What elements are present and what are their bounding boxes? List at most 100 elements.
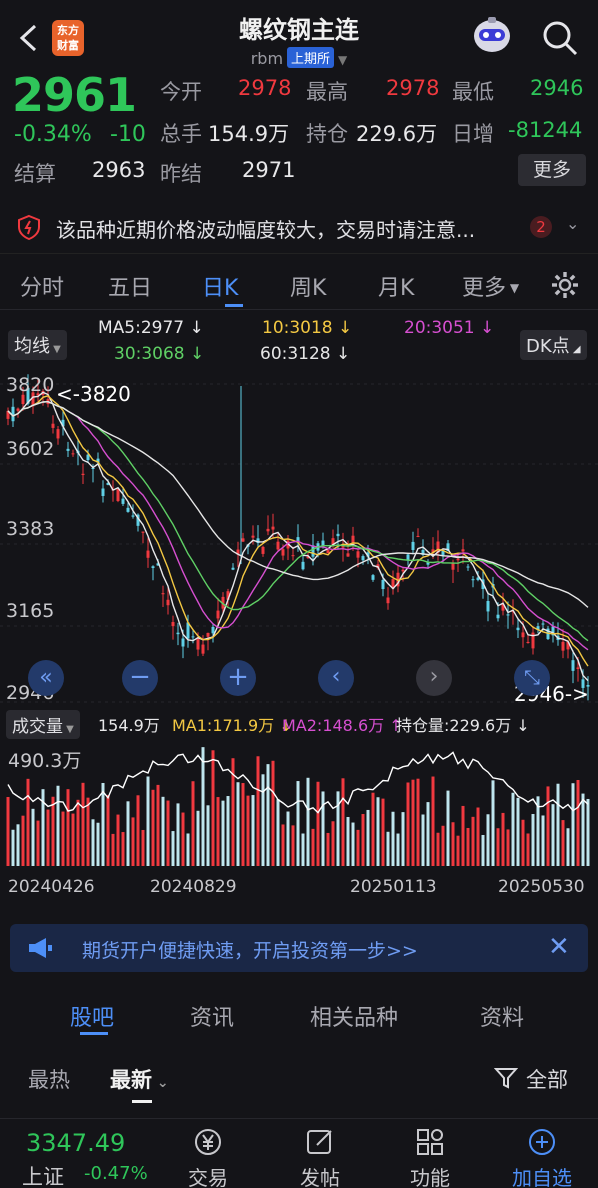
volume-bar xyxy=(336,791,340,866)
search-button[interactable] xyxy=(540,18,580,58)
candle-body xyxy=(16,408,20,411)
date-label-3: 20250113 xyxy=(350,877,437,897)
candle-body xyxy=(231,567,235,570)
candle-body xyxy=(291,555,295,557)
daily-increase-label: 日增 xyxy=(452,122,494,146)
tab-more[interactable]: 更多 ▼ xyxy=(462,270,519,302)
candle-body xyxy=(461,549,465,552)
tab-daily-k[interactable]: 日K xyxy=(202,270,238,302)
candle-body xyxy=(301,561,305,570)
bottom-toolbar: 3347.49 上证 -0.47% 交易 发帖 功能 加自选 xyxy=(0,1118,598,1188)
volume-bar xyxy=(56,785,60,866)
trade-button[interactable]: 交易 xyxy=(168,1127,248,1188)
volume-bar xyxy=(571,783,575,866)
candle-body xyxy=(496,614,500,619)
tab-news[interactable]: 资讯 xyxy=(190,1000,234,1032)
close-icon[interactable]: ✕ xyxy=(548,932,570,962)
tab-monthly-k[interactable]: 月K xyxy=(378,270,414,302)
sort-filters: 最热 最新 ⌄ 全部 xyxy=(0,1054,598,1108)
dk-point-button[interactable]: DK点 ◢ xyxy=(520,330,587,360)
active-tab-indicator xyxy=(80,1032,108,1035)
zoom-out-button[interactable]: − xyxy=(122,660,158,696)
volume-bar xyxy=(71,813,75,866)
add-watchlist-button[interactable]: 加自选 xyxy=(502,1127,582,1188)
change-percent: -0.34% xyxy=(14,122,92,147)
candle-body xyxy=(216,610,220,619)
volume-bar xyxy=(121,832,125,866)
candle-body xyxy=(266,528,270,532)
volume-bar xyxy=(361,814,365,866)
candle-body xyxy=(201,644,205,654)
scroll-right-button[interactable]: › xyxy=(416,660,452,696)
tab-forum[interactable]: 股吧 xyxy=(70,1000,114,1032)
volume-bar xyxy=(381,798,385,866)
volume-value: 154.9万 xyxy=(208,122,290,146)
daily-increase-value: -81244 xyxy=(508,118,583,142)
candle-body xyxy=(121,498,125,504)
candle-body xyxy=(371,575,375,580)
sort-latest[interactable]: 最新 ⌄ xyxy=(110,1064,169,1094)
ma5-value: MA5:2977 ↓ xyxy=(98,318,204,338)
account-open-banner[interactable]: 期货开户便捷快速，开启投资第一步>> ✕ xyxy=(10,924,588,972)
axis-label-3165: 3165 xyxy=(6,600,55,622)
tab-weekly-k[interactable]: 周K xyxy=(290,270,326,302)
assistant-robot-icon[interactable] xyxy=(468,14,516,58)
tab-info[interactable]: 资料 xyxy=(480,1000,524,1032)
index-value[interactable]: 3347.49 xyxy=(26,1129,125,1157)
volume-bar xyxy=(451,822,455,866)
filter-all[interactable]: 全部 xyxy=(526,1064,568,1094)
function-button[interactable]: 功能 xyxy=(390,1127,470,1188)
volume-bar xyxy=(371,792,375,866)
tab-five-day[interactable]: 五日 xyxy=(108,270,152,302)
candle-body xyxy=(346,553,350,557)
post-button[interactable]: 发帖 xyxy=(280,1127,360,1188)
volume-bar xyxy=(181,812,185,866)
risk-notice[interactable]: 该品种近期价格波动幅度较大，交易时请注意... 2 ⌄ xyxy=(0,200,598,254)
volume-bar xyxy=(31,808,35,866)
ma-selector[interactable]: 均线 ▼ xyxy=(8,330,67,360)
volume-bar xyxy=(146,776,150,866)
volume-bar xyxy=(376,797,380,866)
reset-zoom-button[interactable]: ⤡ xyxy=(514,660,550,696)
sort-hot[interactable]: 最热 xyxy=(28,1064,70,1094)
volume-bar xyxy=(416,778,420,866)
volume-bar xyxy=(276,799,280,866)
ma60-value: 60:3128 ↓ xyxy=(260,344,351,364)
volume-indicator-selector[interactable]: 成交量 ▼ xyxy=(6,710,80,739)
axis-label-3820: 3820 xyxy=(6,374,55,396)
volume-chart[interactable]: 490.3万 xyxy=(0,736,598,870)
plus-circle-icon xyxy=(529,1129,555,1155)
volume-bar xyxy=(161,796,165,866)
volume-bar xyxy=(356,829,360,866)
candle-body xyxy=(541,623,545,625)
candle-body xyxy=(506,614,510,616)
volume-bar xyxy=(291,825,295,866)
volume-bar xyxy=(481,834,485,866)
tab-intraday[interactable]: 分时 xyxy=(20,270,64,302)
candle-body xyxy=(516,627,520,631)
volume-bar xyxy=(176,803,180,866)
scroll-start-button[interactable]: « xyxy=(28,660,64,696)
scroll-left-button[interactable]: ‹ xyxy=(318,660,354,696)
volume-bar xyxy=(521,819,525,866)
volume-bar xyxy=(11,829,15,866)
ma30-value: 30:3068 ↓ xyxy=(114,344,205,364)
candle-body xyxy=(146,550,150,558)
tab-related[interactable]: 相关品种 xyxy=(310,1000,398,1032)
volume-bar xyxy=(426,802,430,866)
filter-icon[interactable] xyxy=(494,1066,518,1090)
candle-body xyxy=(451,562,455,570)
volume-bar xyxy=(411,779,415,866)
volume-bar xyxy=(511,792,515,866)
candle-body xyxy=(276,541,280,550)
volume-bar xyxy=(141,829,145,866)
candle-body xyxy=(251,535,255,538)
more-quote-button[interactable]: 更多 xyxy=(518,154,586,186)
volume-bar xyxy=(196,810,200,866)
volume-bar xyxy=(531,814,535,866)
settings-gear-icon[interactable] xyxy=(550,270,580,300)
high-annotation: <-3820 xyxy=(56,382,131,406)
volume-bar xyxy=(581,793,585,866)
kline-chart[interactable]: 3820 3602 3383 3165 2946 <-3820 2946-> «… xyxy=(0,364,598,706)
zoom-in-button[interactable]: + xyxy=(220,660,256,696)
